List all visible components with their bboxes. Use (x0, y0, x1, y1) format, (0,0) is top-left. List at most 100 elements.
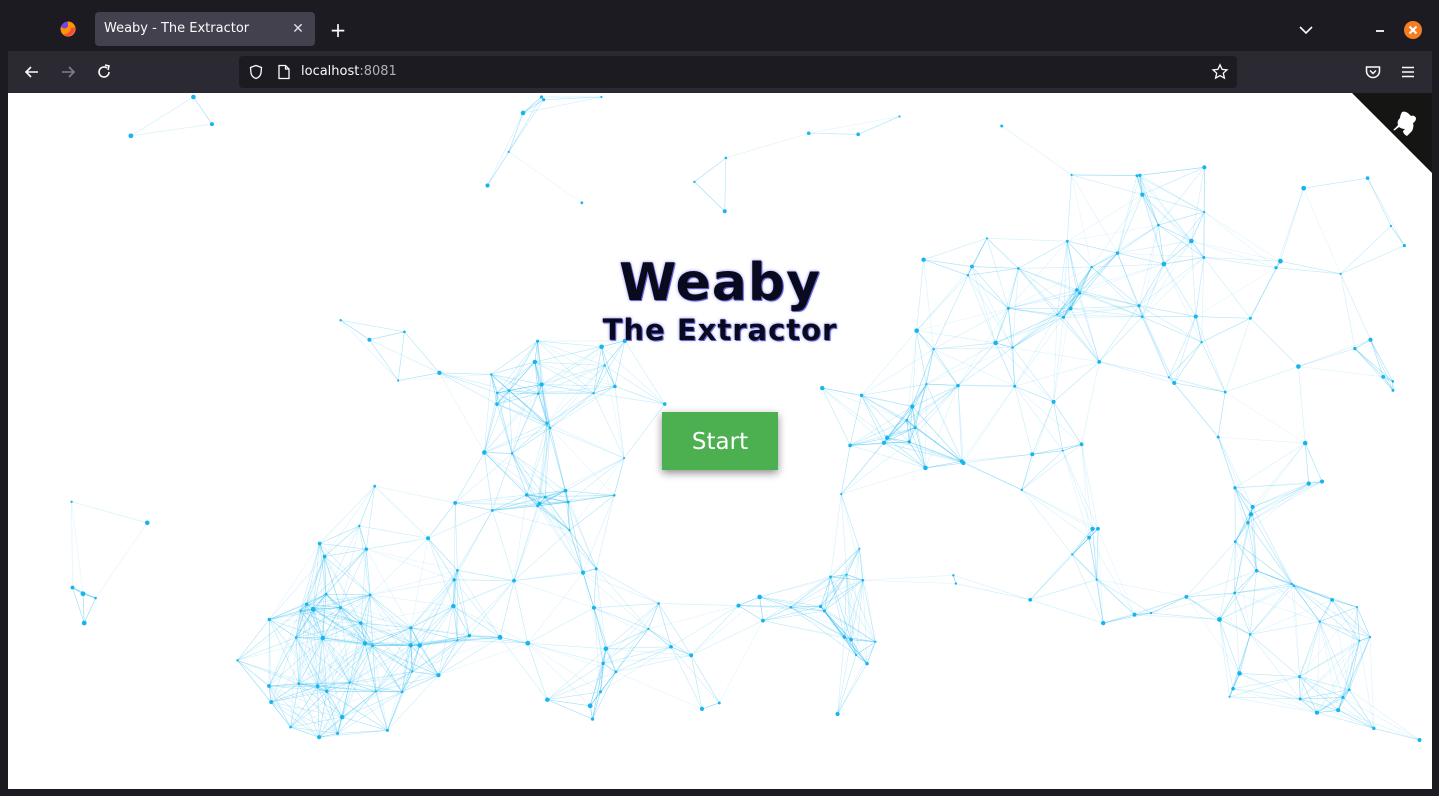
window-frame-bottom (0, 789, 1439, 796)
particle-node (304, 602, 309, 606)
particle-node (317, 541, 322, 546)
particle-node (885, 435, 890, 441)
particle-node (601, 661, 605, 666)
hamburger-menu-icon[interactable] (1398, 62, 1418, 82)
particle-node (923, 465, 928, 471)
particle-node (1372, 726, 1376, 731)
particle-node (1157, 223, 1160, 227)
page-content: Weaby The Extractor Start (8, 93, 1432, 789)
particle-node (1167, 376, 1170, 379)
arrow-left-icon[interactable] (22, 62, 42, 82)
reload-icon[interactable] (94, 62, 114, 82)
star-icon[interactable] (1211, 63, 1229, 81)
particle-node (669, 644, 673, 649)
particle-node (362, 641, 368, 646)
particle-node (1301, 185, 1307, 191)
chevron-down-icon[interactable] (1296, 20, 1316, 40)
particle-node (1231, 686, 1235, 691)
start-button[interactable]: Start (662, 412, 778, 470)
particle-node (482, 450, 487, 455)
particle-node (1020, 488, 1024, 492)
pocket-icon[interactable] (1363, 62, 1383, 82)
particle-node (385, 728, 389, 732)
particle-node (580, 570, 586, 575)
particle-node (456, 569, 459, 572)
particle-node (855, 653, 858, 657)
particle-node (603, 364, 606, 367)
particle-node (594, 567, 598, 571)
particle-node (874, 640, 877, 643)
particle-node (324, 592, 328, 596)
page-subtitle: The Extractor (602, 313, 838, 347)
particle-node (845, 573, 848, 576)
url-text[interactable]: localhost:8081 (301, 64, 397, 79)
particle-node (1087, 535, 1091, 540)
particle-node (1248, 633, 1252, 636)
particle-node (1097, 359, 1102, 364)
particle-node (1228, 695, 1231, 698)
particle-node (859, 393, 864, 398)
particle-node (409, 626, 413, 630)
particle-node (1090, 526, 1095, 532)
url-host: localhost (301, 64, 360, 79)
particle-node (662, 402, 667, 406)
particle-node (524, 493, 529, 497)
particle-node (267, 684, 271, 688)
particle-node (359, 621, 363, 625)
tab-weaby[interactable]: Weaby - The Extractor ✕ (95, 12, 315, 46)
particle-node (898, 115, 901, 118)
particle-node (856, 132, 860, 137)
particle-node (789, 605, 793, 609)
tab-strip: Weaby - The Extractor ✕ + (8, 8, 1432, 51)
particle-node (520, 110, 526, 116)
shield-icon[interactable] (248, 64, 264, 80)
particle-node (545, 421, 549, 425)
particle-node (623, 457, 626, 460)
particle-node (1296, 364, 1301, 369)
particle-node (320, 635, 325, 641)
particle-node (1065, 239, 1069, 243)
particle-node (1336, 708, 1341, 713)
plus-icon[interactable]: + (327, 20, 349, 42)
particle-node (209, 122, 214, 127)
particle-node (294, 636, 298, 639)
particle-node (1254, 568, 1259, 573)
github-octocat-icon[interactable] (1352, 93, 1432, 173)
close-window-button[interactable] (1404, 21, 1422, 39)
arrow-right-icon[interactable] (58, 62, 78, 82)
page-icon[interactable] (277, 64, 291, 80)
particle-node (495, 391, 499, 395)
particle-node (456, 639, 459, 642)
particle-node (408, 643, 413, 648)
particle-node (128, 133, 134, 139)
particle-node (236, 659, 239, 662)
particle-node (81, 620, 87, 626)
particle-node (865, 661, 869, 666)
particle-node (563, 488, 568, 493)
particle-node (289, 725, 292, 729)
particle-node (590, 717, 595, 721)
particle-node (532, 359, 538, 365)
particle-node (952, 574, 955, 577)
particle-node (925, 383, 928, 386)
particle-node (1149, 611, 1153, 615)
particle-node (400, 690, 404, 694)
particle-node (437, 370, 442, 376)
firefox-logo-icon (60, 21, 76, 37)
close-icon[interactable]: ✕ (289, 20, 307, 38)
particle-node (1341, 695, 1345, 700)
particle-node (322, 554, 327, 559)
particle-node (717, 701, 721, 705)
particle-node (848, 443, 853, 448)
particle-node (614, 670, 618, 674)
particle-node (537, 392, 540, 395)
url-bar[interactable]: localhost:8081 (239, 56, 1237, 88)
particle-node (910, 404, 915, 409)
particle-node (364, 547, 369, 551)
particle-node (495, 402, 499, 406)
particle-node (94, 596, 97, 600)
particle-node (485, 183, 490, 188)
particle-node (368, 593, 372, 597)
particle-node (591, 605, 596, 610)
minimize-icon[interactable] (1370, 20, 1390, 40)
